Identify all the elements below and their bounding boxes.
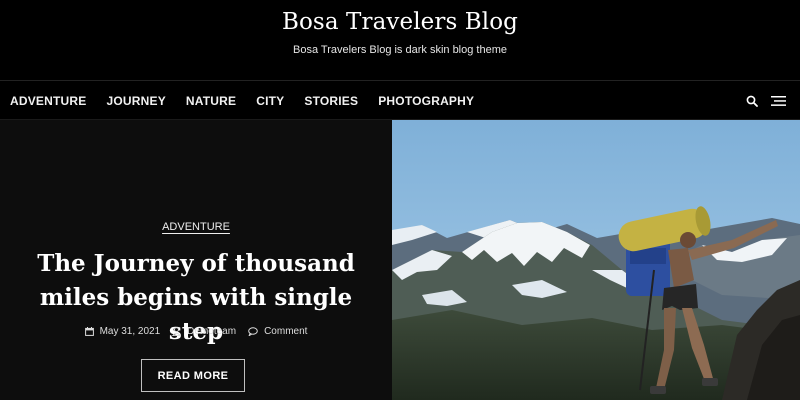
post-comments-text: Comment [264,326,308,337]
nav-item-journey[interactable]: JOURNEY [106,94,165,108]
site-title[interactable]: Bosa Travelers Blog [0,9,800,35]
nav-item-stories[interactable]: STORIES [304,94,358,108]
nav-item-city[interactable]: CITY [256,94,284,108]
nav-tools [744,81,786,121]
user-icon [172,327,182,336]
hiker-mountain-image [392,120,800,400]
nav-item-nature[interactable]: NATURE [186,94,236,108]
menu-icon[interactable] [770,93,786,109]
post-date-text: May 31, 2021 [99,326,161,337]
read-more-button[interactable]: READ MORE [141,359,245,392]
site-description: Bosa Travelers Blog is dark skin blog th… [293,44,507,56]
featured-post-content: ADVENTURE The Journey of thousand miles … [0,120,392,400]
calendar-icon [84,327,94,336]
featured-image[interactable] [392,120,800,400]
post-author[interactable]: Demoteam [172,326,236,337]
post-comments[interactable]: Comment [248,326,307,337]
comment-icon [248,327,258,336]
post-category: ADVENTURE [0,221,392,233]
post-author-text: Demoteam [187,326,237,337]
site-header: Bosa Travelers Blog Bosa Travelers Blog … [0,0,800,80]
search-icon[interactable] [744,93,760,109]
nav-item-photography[interactable]: PHOTOGRAPHY [378,94,474,108]
nav-menu: ADVENTURE JOURNEY NATURE CITY STORIES PH… [0,81,484,121]
post-meta: May 31, 2021 Demoteam Comment [0,326,392,337]
post-date[interactable]: May 31, 2021 [84,326,161,337]
featured-post: ADVENTURE The Journey of thousand miles … [0,120,800,400]
nav-item-adventure[interactable]: ADVENTURE [10,94,86,108]
category-link[interactable]: ADVENTURE [162,221,230,233]
main-navigation: ADVENTURE JOURNEY NATURE CITY STORIES PH… [0,80,800,120]
